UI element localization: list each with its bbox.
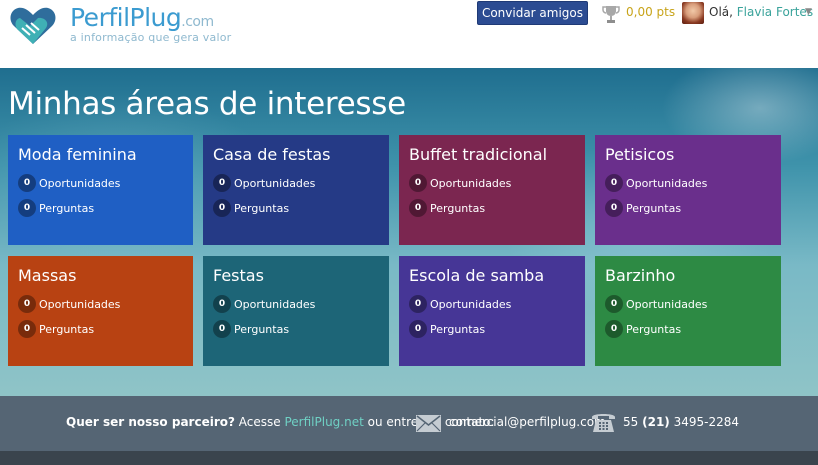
questions-label: Perguntas <box>39 201 95 215</box>
opportunities-count-badge: 0 <box>409 295 427 313</box>
contact-phone[interactable]: 55 (21) 3495-2284 <box>623 415 739 429</box>
avatar[interactable] <box>682 2 704 24</box>
card-title[interactable]: Moda feminina <box>18 145 137 164</box>
questions-count-badge: 0 <box>409 320 427 338</box>
opportunities-stat[interactable]: 0 Oportunidades <box>605 174 707 192</box>
opportunities-count-badge: 0 <box>213 174 231 192</box>
partner-link[interactable]: PerfilPlug.net <box>284 415 363 429</box>
card-title[interactable]: Petisicos <box>605 145 674 164</box>
opportunities-count-badge: 0 <box>605 295 623 313</box>
opportunities-stat[interactable]: 0 Oportunidades <box>409 295 511 313</box>
interest-card[interactable]: Buffet tradicional 0 Oportunidades 0 Pergunt… <box>399 135 585 245</box>
questions-label: Perguntas <box>39 322 95 336</box>
opportunities-stat[interactable]: 0 Oportunidades <box>213 174 315 192</box>
handshake-logo-icon[interactable] <box>8 4 58 46</box>
interest-card[interactable]: Massas 0 Oportunidades 0 Perguntas <box>8 256 193 366</box>
questions-count-badge: 0 <box>18 199 36 217</box>
questions-stat[interactable]: 0 Perguntas <box>605 199 681 217</box>
card-title[interactable]: Festas <box>213 266 264 285</box>
questions-label: Perguntas <box>234 201 290 215</box>
interest-card[interactable]: Casa de festas 0 Oportunidades 0 Perguntas <box>203 135 389 245</box>
questions-label: Perguntas <box>234 322 290 336</box>
mail-icon <box>416 415 441 432</box>
card-title[interactable]: Escola de samba <box>409 266 544 285</box>
interest-card[interactable]: Petisicos 0 Oportunidades 0 Perguntas <box>595 135 781 245</box>
opportunities-label: Oportunidades <box>626 297 708 311</box>
questions-stat[interactable]: 0 Perguntas <box>409 320 485 338</box>
header: PerfilPlug.com a informação que gera val… <box>0 0 818 68</box>
footer-bottom-bar <box>0 451 818 465</box>
user-name[interactable]: Flavia Fortes <box>737 5 813 19</box>
questions-count-badge: 0 <box>213 199 231 217</box>
opportunities-count-badge: 0 <box>605 174 623 192</box>
questions-label: Perguntas <box>430 201 486 215</box>
opportunities-stat[interactable]: 0 Oportunidades <box>213 295 315 313</box>
opportunities-label: Oportunidades <box>430 297 512 311</box>
interest-card[interactable]: Festas 0 Oportunidades 0 Perguntas <box>203 256 389 366</box>
points-value: 0,00 pts <box>626 5 676 19</box>
interest-card[interactable]: Escola de samba 0 Oportunidades 0 Perguntas <box>399 256 585 366</box>
opportunities-label: Oportunidades <box>430 176 512 190</box>
opportunities-count-badge: 0 <box>213 295 231 313</box>
questions-count-badge: 0 <box>409 199 427 217</box>
opportunities-stat[interactable]: 0 Oportunidades <box>409 174 511 192</box>
questions-stat[interactable]: 0 Perguntas <box>18 320 94 338</box>
phone-icon <box>592 414 615 432</box>
questions-stat[interactable]: 0 Perguntas <box>18 199 94 217</box>
opportunities-count-badge: 0 <box>18 295 36 313</box>
questions-stat[interactable]: 0 Perguntas <box>409 199 485 217</box>
interest-areas-section: Minhas áreas de interesse Moda feminina 0… <box>0 68 818 396</box>
opportunities-count-badge: 0 <box>409 174 427 192</box>
questions-count-badge: 0 <box>605 320 623 338</box>
opportunities-label: Oportunidades <box>626 176 708 190</box>
user-greeting[interactable]: Olá, Flavia Fortes <box>709 5 813 19</box>
card-title[interactable]: Buffet tradicional <box>409 145 547 164</box>
contact-email[interactable]: comercial@perfilplug.com <box>449 415 606 429</box>
interest-card[interactable]: Barzinho 0 Oportunidades 0 Perguntas <box>595 256 781 366</box>
chevron-down-icon[interactable]: ▼ <box>805 7 812 17</box>
opportunities-label: Oportunidades <box>39 176 121 190</box>
questions-count-badge: 0 <box>605 199 623 217</box>
questions-label: Perguntas <box>626 201 682 215</box>
footer: Quer ser nosso parceiro? Acesse PerfilPl… <box>0 396 818 451</box>
trophy-icon <box>602 6 620 23</box>
logo-text[interactable]: PerfilPlug.com <box>70 3 214 32</box>
questions-label: Perguntas <box>430 322 486 336</box>
opportunities-stat[interactable]: 0 Oportunidades <box>18 295 120 313</box>
card-title[interactable]: Barzinho <box>605 266 675 285</box>
page-title: Minhas áreas de interesse <box>8 86 406 122</box>
card-title[interactable]: Massas <box>18 266 76 285</box>
opportunities-stat[interactable]: 0 Oportunidades <box>605 295 707 313</box>
invite-friends-button[interactable]: Convidar amigos <box>477 1 588 25</box>
questions-stat[interactable]: 0 Perguntas <box>213 199 289 217</box>
questions-label: Perguntas <box>626 322 682 336</box>
opportunities-count-badge: 0 <box>18 174 36 192</box>
questions-count-badge: 0 <box>18 320 36 338</box>
opportunities-label: Oportunidades <box>234 176 316 190</box>
card-title[interactable]: Casa de festas <box>213 145 331 164</box>
questions-stat[interactable]: 0 Perguntas <box>605 320 681 338</box>
interest-card[interactable]: Moda feminina 0 Oportunidades 0 Perguntas <box>8 135 193 245</box>
opportunities-label: Oportunidades <box>234 297 316 311</box>
questions-stat[interactable]: 0 Perguntas <box>213 320 289 338</box>
questions-count-badge: 0 <box>213 320 231 338</box>
logo-tagline: a informação que gera valor <box>70 31 232 44</box>
opportunities-stat[interactable]: 0 Oportunidades <box>18 174 120 192</box>
opportunities-label: Oportunidades <box>39 297 121 311</box>
